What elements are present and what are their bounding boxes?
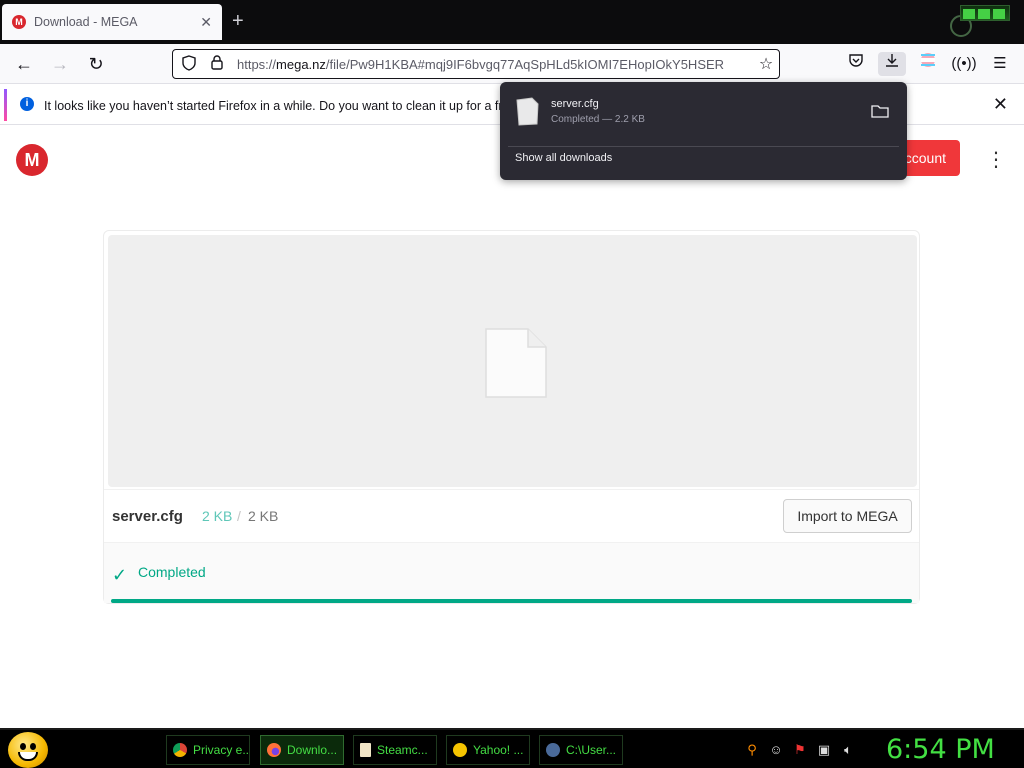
more-options-icon[interactable]: ⋮ <box>986 150 1006 170</box>
tab-title: Download - MEGA <box>34 15 138 29</box>
navigation-toolbar: ← → ↻ https://mega.nz/file/Pw9H1KBA#mqj9… <box>0 44 1024 84</box>
steam-icon <box>546 743 560 757</box>
smiley-eye <box>20 743 26 750</box>
progress-bar <box>111 599 912 603</box>
import-to-mega-button[interactable]: Import to MEGA <box>783 499 912 533</box>
smiley-mouth <box>18 752 38 761</box>
notification-accent <box>4 89 7 121</box>
bookmark-star-icon[interactable]: ☆ <box>753 54 779 74</box>
system-tray: ⚲ ☺ ⚑ ▣ 🔈︎ <box>744 740 856 760</box>
file-name: server.cfg <box>112 508 183 525</box>
url-host: mega.nz <box>276 56 326 72</box>
tab-strip: M Download - MEGA ✕ + <box>0 0 1024 44</box>
downloads-panel: server.cfg Completed — 2.2 KB Show all d… <box>500 82 907 180</box>
url-scheme: https:// <box>237 56 277 72</box>
total-size: 2 KB <box>248 508 279 524</box>
download-file-meta: Completed — 2.2 KB <box>551 114 645 125</box>
menu-hamburger-icon[interactable]: ☰ <box>986 52 1014 76</box>
info-icon: i <box>20 97 34 111</box>
downloads-button[interactable] <box>878 52 906 76</box>
notification-close-icon[interactable]: ✕ <box>993 94 1008 115</box>
back-button[interactable]: ← <box>12 52 36 76</box>
task-label: Yahoo! ... <box>473 743 524 757</box>
file-info-row: server.cfg 2 KB / 2 KB Import to MEGA <box>104 489 919 543</box>
reload-button[interactable]: ↻ <box>84 52 108 76</box>
task-label: Steamc... <box>377 743 428 757</box>
action-center-flag-icon[interactable]: ⚑ <box>792 742 808 758</box>
taskbar-item-chrome[interactable]: Privacy e... <box>166 735 250 765</box>
taskbar-item-yahoo[interactable]: Yahoo! ... <box>446 735 530 765</box>
address-bar[interactable]: https://mega.nz/file/Pw9H1KBA#mqj9IF6bvg… <box>172 49 780 79</box>
task-label: Privacy e... <box>193 743 250 757</box>
yahoo-smiley-icon <box>453 743 467 757</box>
downloaded-size: 2 KB <box>202 508 233 524</box>
mega-favicon-icon: M <box>12 15 26 29</box>
status-label: Completed <box>138 564 206 580</box>
network-meter-widget <box>950 3 1010 39</box>
lock-icon[interactable] <box>205 55 229 73</box>
smiley-eye <box>30 743 36 750</box>
clock[interactable]: 6:54 PM <box>886 734 995 765</box>
tab-mega-download[interactable]: M Download - MEGA ✕ <box>2 4 222 40</box>
task-label: Downlo... <box>287 743 338 757</box>
file-icon <box>485 328 547 398</box>
download-status: ✓ Completed <box>104 543 919 603</box>
taskbar: Privacy e... Downlo... Steamc... Yahoo! … <box>0 728 1024 768</box>
start-button[interactable] <box>8 732 48 768</box>
url-path: /file/Pw9H1KBA#mqj9IF6bvgq77AqSpHLd5kIOM… <box>325 56 725 72</box>
firefox-icon <box>267 743 281 757</box>
download-file-name: server.cfg <box>551 98 599 110</box>
file-card: server.cfg 2 KB / 2 KB Import to MEGA ✓ … <box>103 230 920 604</box>
file-preview <box>108 235 917 487</box>
taskbar-item-steamcmd[interactable]: Steamc... <box>353 735 437 765</box>
tab-close-icon[interactable]: ✕ <box>200 14 212 31</box>
taskbar-item-firefox[interactable]: Downlo... <box>260 735 344 765</box>
checkmark-icon: ✓ <box>112 565 128 585</box>
messenger-icon[interactable]: ☺ <box>768 742 784 758</box>
network-icon[interactable]: ▣ <box>816 742 832 758</box>
extension-icon[interactable]: ((•)) <box>950 52 978 76</box>
tracking-shield-icon[interactable] <box>177 54 201 74</box>
size-separator: / <box>237 508 241 524</box>
new-tab-button[interactable]: + <box>232 10 244 32</box>
search-icon[interactable]: ⚲ <box>744 742 760 758</box>
url-text[interactable]: https://mega.nz/file/Pw9H1KBA#mqj9IF6bvg… <box>237 57 753 72</box>
open-folder-icon[interactable] <box>870 102 890 120</box>
task-label: C:\User... <box>566 743 617 757</box>
downloaded-file-icon <box>516 97 539 126</box>
download-item[interactable]: server.cfg Completed — 2.2 KB <box>500 90 907 138</box>
progress-fill <box>111 599 912 603</box>
taskbar-item-explorer[interactable]: C:\User... <box>539 735 623 765</box>
pocket-icon[interactable] <box>842 52 870 76</box>
notification-message: It looks like you haven’t started Firefo… <box>44 99 523 113</box>
account-avatar-icon[interactable] <box>914 52 942 76</box>
document-icon <box>360 743 371 757</box>
signal-bars-icon <box>960 5 1010 21</box>
chrome-icon <box>173 743 187 757</box>
mega-logo[interactable]: M <box>16 144 48 176</box>
panel-divider <box>508 146 899 147</box>
volume-icon[interactable]: 🔈︎ <box>840 742 856 758</box>
show-all-downloads-link[interactable]: Show all downloads <box>515 152 612 164</box>
forward-button[interactable]: → <box>48 52 72 76</box>
